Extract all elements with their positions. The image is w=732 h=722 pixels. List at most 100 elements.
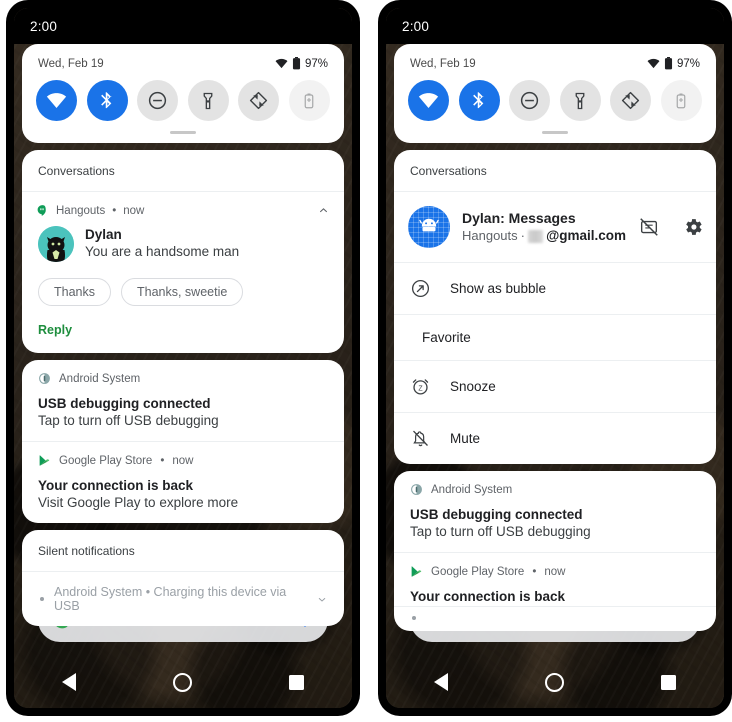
conversation-settings-card: Conversations Dylan: Messa	[394, 150, 716, 464]
bullet-icon	[412, 616, 416, 620]
smart-reply-chip-2[interactable]: Thanks, sweetie	[121, 278, 243, 306]
gear-icon[interactable]	[682, 216, 704, 238]
qs-tile-wifi[interactable]	[408, 80, 449, 121]
menu-item-mute[interactable]: Mute	[394, 413, 716, 464]
status-bar-clock: 2:00	[30, 19, 57, 34]
notification-app-name: Hangouts	[56, 205, 105, 217]
back-button[interactable]	[434, 673, 448, 691]
silent-section-header: Silent notifications	[22, 530, 344, 571]
notification-separator: •	[532, 566, 536, 578]
android-system-icon	[38, 372, 51, 385]
qs-tile-do-not-disturb[interactable]	[509, 80, 550, 121]
wifi-status-icon	[647, 57, 660, 70]
conversations-card: Conversations Hangouts • now	[22, 150, 344, 353]
status-bar-right: 2:00	[386, 8, 724, 44]
smart-reply-chips: Thanks Thanks, sweetie	[36, 262, 330, 306]
notification-app-name: Google Play Store	[59, 455, 152, 467]
qs-tile-flashlight[interactable]	[560, 80, 601, 121]
notification-time: now	[172, 455, 193, 467]
quick-settings-drag-handle[interactable]	[22, 125, 344, 143]
notification-app-row: Android System	[38, 372, 328, 385]
quick-settings-header: Wed, Feb 19 97%	[394, 44, 716, 70]
back-button[interactable]	[62, 673, 76, 691]
menu-item-label: Snooze	[450, 379, 496, 394]
notification-shade-left[interactable]: Wed, Feb 19 97%	[14, 44, 352, 708]
notification-title: Your connection is back	[38, 478, 328, 493]
redacted-email-local-part	[528, 230, 543, 243]
silent-notification-row[interactable]: Android System • Charging this device vi…	[22, 572, 344, 626]
conversation-notification[interactable]: Hangouts • now	[22, 192, 344, 353]
do-not-disturb-icon	[147, 90, 168, 111]
qs-status-icons: 97%	[275, 57, 328, 70]
notification-separator: •	[112, 205, 116, 217]
avatar	[408, 206, 450, 248]
email-domain: @gmail.com	[546, 227, 626, 245]
notification-title: USB debugging connected	[38, 396, 328, 411]
conversation-meta: Dylan: Messages Hangouts · @gmail.com	[462, 209, 626, 245]
conversations-section-header: Conversations	[394, 150, 716, 191]
qs-tile-auto-rotate[interactable]	[610, 80, 651, 121]
screenshot-root: 2:00 Wed, Feb 19	[0, 0, 732, 722]
bubble-icon	[408, 278, 432, 299]
notification-android-system[interactable]: Android System USB debugging connected T…	[394, 471, 716, 552]
flashlight-icon	[198, 91, 218, 111]
auto-rotate-icon	[620, 90, 641, 111]
conversation-settings-title: Dylan: Messages	[462, 209, 626, 227]
screen-right: 2:00 Wed, Feb 19	[386, 8, 724, 708]
silenced-message-icon[interactable]	[638, 216, 660, 238]
recents-button[interactable]	[289, 675, 304, 690]
android-system-icon	[410, 483, 423, 496]
quick-settings-tiles	[22, 70, 344, 125]
quick-settings-card: Wed, Feb 19 97%	[394, 44, 716, 143]
wifi-icon	[46, 90, 67, 111]
menu-item-show-as-bubble[interactable]: Show as bubble	[394, 263, 716, 314]
battery-status-icon	[664, 57, 673, 70]
notification-shade-right[interactable]: Wed, Feb 19 97%	[386, 44, 724, 708]
qs-tile-bluetooth[interactable]	[459, 80, 500, 121]
notification-google-play-store[interactable]: Google Play Store • now Your connection …	[394, 553, 716, 606]
qs-tile-bluetooth[interactable]	[87, 80, 128, 121]
navigation-bar-left	[14, 656, 352, 708]
cat-avatar-icon	[38, 226, 74, 262]
snooze-icon: Z	[408, 376, 432, 397]
collapsed-notification-row[interactable]	[394, 607, 716, 631]
notification-android-system[interactable]: Android System USB debugging connected T…	[22, 360, 344, 441]
google-play-icon	[38, 454, 51, 467]
conversation-row: Dylan You are a handsome man	[36, 217, 330, 262]
menu-item-snooze[interactable]: Z Snooze	[394, 361, 716, 412]
conversation-settings-header: Dylan: Messages Hangouts · @gmail.com	[394, 192, 716, 262]
notifications-card: Android System USB debugging connected T…	[394, 471, 716, 631]
do-not-disturb-icon	[519, 90, 540, 111]
auto-rotate-icon	[248, 90, 269, 111]
qs-tile-auto-rotate[interactable]	[238, 80, 279, 121]
recents-button[interactable]	[661, 675, 676, 690]
conversation-sender: Dylan	[85, 226, 239, 243]
notification-time: now	[544, 566, 565, 578]
qs-tile-wifi[interactable]	[36, 80, 77, 121]
menu-item-favorite[interactable]: Favorite	[394, 315, 716, 360]
battery-saver-icon	[672, 92, 690, 110]
qs-tile-battery-saver[interactable]	[289, 80, 330, 121]
chevron-up-icon[interactable]	[317, 204, 330, 217]
notification-google-play-store[interactable]: Google Play Store • now Your connection …	[22, 442, 344, 523]
quick-settings-tiles	[394, 70, 716, 125]
conversation-settings-subtitle: Hangouts · @gmail.com	[462, 227, 626, 245]
quick-settings-drag-handle[interactable]	[394, 125, 716, 143]
svg-text:Z: Z	[418, 385, 423, 392]
notification-app-row: Google Play Store • now	[410, 565, 700, 578]
conversations-section-header: Conversations	[22, 150, 344, 191]
bullet-icon	[40, 597, 44, 601]
notification-separator: •	[160, 455, 164, 467]
notifications-card: Android System USB debugging connected T…	[22, 360, 344, 523]
home-button[interactable]	[545, 673, 564, 692]
smart-reply-chip-1[interactable]: Thanks	[38, 278, 111, 306]
navigation-bar-right	[386, 656, 724, 708]
reply-action-button[interactable]: Reply	[36, 306, 330, 353]
qs-tile-do-not-disturb[interactable]	[137, 80, 178, 121]
home-button[interactable]	[173, 673, 192, 692]
qs-battery-percent: 97%	[677, 58, 700, 70]
screen-left: 2:00 Wed, Feb 19	[14, 8, 352, 708]
qs-tile-flashlight[interactable]	[188, 80, 229, 121]
chevron-down-icon[interactable]	[316, 593, 328, 606]
qs-tile-battery-saver[interactable]	[661, 80, 702, 121]
